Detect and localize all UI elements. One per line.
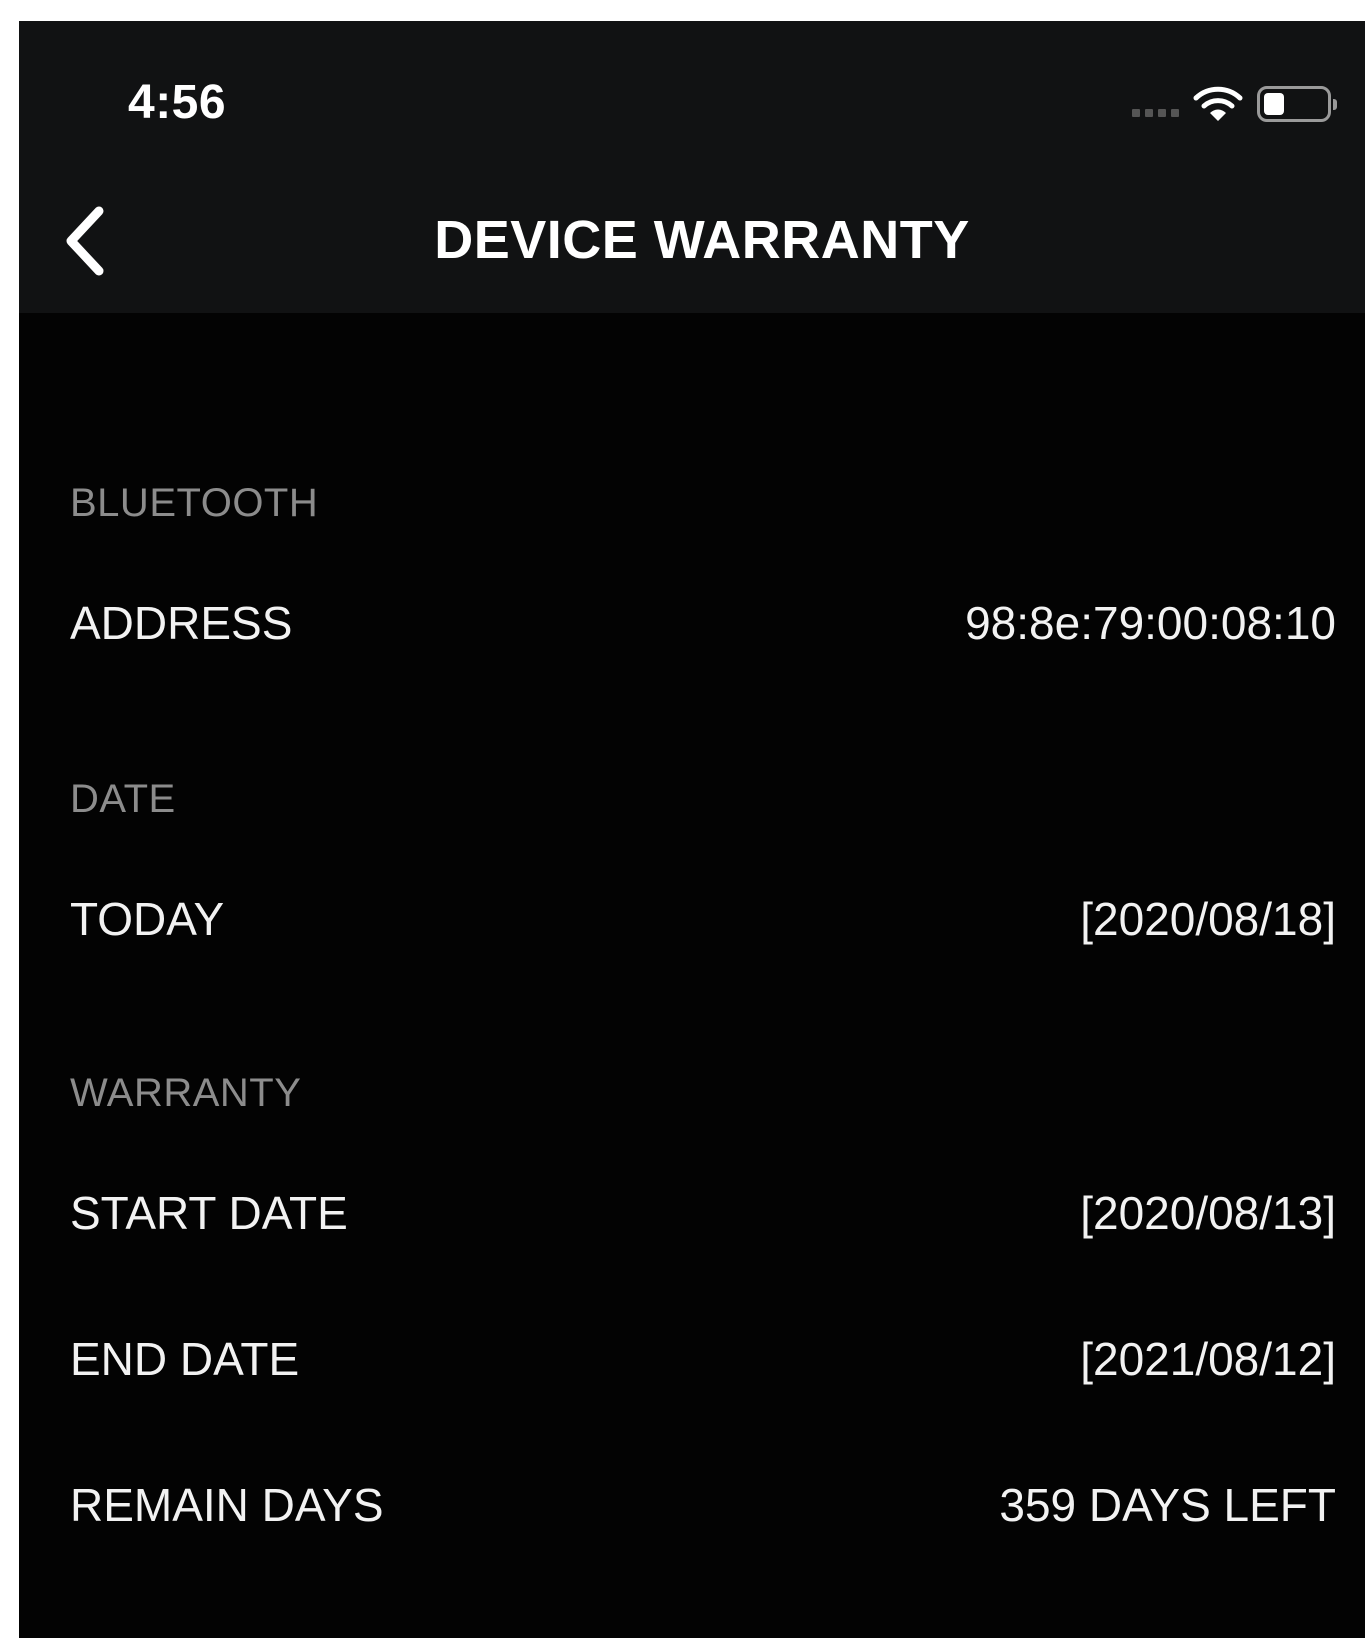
cellular-signal-icon	[1132, 109, 1179, 117]
row-value: [2021/08/12]	[1080, 1333, 1336, 1385]
row-start-date: START DATE [2020/08/13]	[70, 1183, 1336, 1243]
row-value: [2020/08/13]	[1080, 1187, 1336, 1239]
section-header-warranty: WARRANTY	[70, 1071, 302, 1115]
row-remain-days: REMAIN DAYS 359 DAYS LEFT	[70, 1475, 1336, 1535]
row-value: 359 DAYS LEFT	[999, 1479, 1336, 1531]
row-label: START DATE	[70, 1187, 348, 1239]
row-label: END DATE	[70, 1333, 300, 1385]
row-label: TODAY	[70, 893, 225, 945]
wifi-icon	[1193, 86, 1243, 121]
page-title: DEVICE WARRANTY	[434, 210, 970, 270]
status-icons	[1132, 79, 1337, 129]
row-value: 98:8e:79:00:08:10	[965, 597, 1336, 649]
row-address: ADDRESS 98:8e:79:00:08:10	[70, 593, 1336, 653]
row-label: ADDRESS	[70, 597, 293, 649]
warranty-screen: 4:56 DEVICE WARRANTY BLUETOOTH ADDRESS 9…	[19, 21, 1365, 1638]
navigation-header: 4:56 DEVICE WARRANTY	[19, 21, 1365, 313]
section-header-bluetooth: BLUETOOTH	[70, 481, 319, 525]
row-today: TODAY [2020/08/18]	[70, 889, 1336, 949]
status-time: 4:56	[128, 76, 227, 129]
row-label: REMAIN DAYS	[70, 1479, 384, 1531]
section-header-date: DATE	[70, 777, 176, 821]
battery-icon	[1257, 86, 1337, 122]
row-value: [2020/08/18]	[1080, 893, 1336, 945]
row-end-date: END DATE [2021/08/12]	[70, 1329, 1336, 1389]
